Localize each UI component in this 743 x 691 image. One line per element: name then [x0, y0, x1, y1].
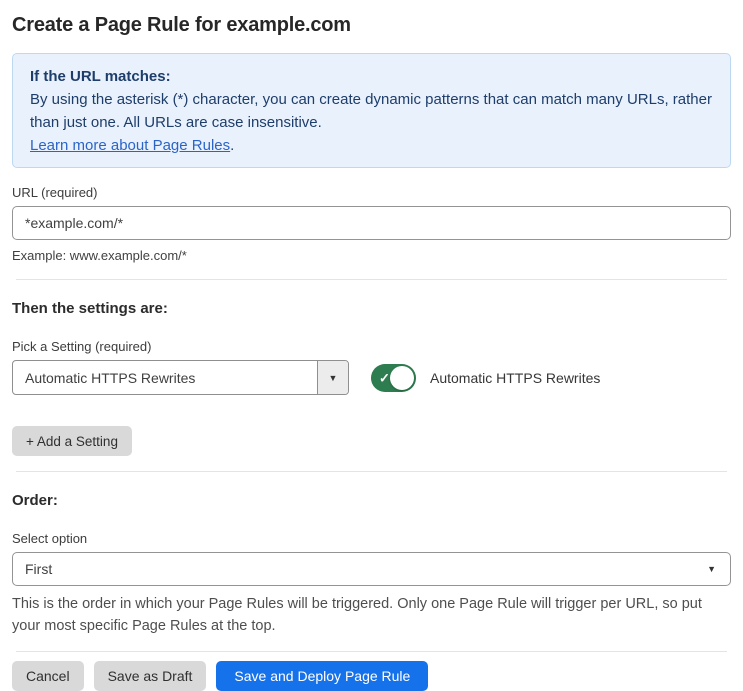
settings-section-heading: Then the settings are:: [12, 300, 168, 317]
divider: [16, 471, 727, 472]
add-setting-button[interactable]: + Add a Setting: [12, 426, 132, 456]
info-box-heading: If the URL matches:: [30, 68, 171, 85]
order-select-label: Select option: [12, 531, 88, 546]
setting-select-value: Automatic HTTPS Rewrites: [25, 369, 196, 386]
pick-setting-label: Pick a Setting (required): [12, 339, 152, 354]
order-section-heading: Order:: [12, 492, 58, 509]
url-helper-text: Example: www.example.com/*: [12, 248, 187, 263]
dropdown-arrow-icon: ▼: [707, 564, 716, 574]
order-select-value: First: [25, 561, 53, 577]
info-box-body: By using the asterisk (*) character, you…: [30, 91, 712, 131]
setting-select-dropdown[interactable]: Automatic HTTPS Rewrites ▼: [12, 360, 349, 395]
learn-more-page-rules-link[interactable]: Learn more about Page Rules: [30, 137, 230, 154]
setting-picker-row: Automatic HTTPS Rewrites ▼ ✓ Automatic H…: [12, 360, 731, 395]
create-page-rule-form: Create a Page Rule for example.com If th…: [0, 0, 743, 691]
toggle-knob: [390, 365, 414, 390]
toggle-setting-label: Automatic HTTPS Rewrites: [430, 369, 601, 386]
page-title: Create a Page Rule for example.com: [12, 14, 351, 36]
check-icon: ✓: [379, 370, 390, 385]
save-as-draft-button[interactable]: Save as Draft: [93, 661, 207, 691]
cancel-button[interactable]: Cancel: [12, 661, 84, 691]
url-input[interactable]: [12, 206, 731, 240]
https-rewrites-toggle[interactable]: ✓: [371, 363, 416, 392]
divider: [16, 651, 727, 652]
save-and-deploy-button[interactable]: Save and Deploy Page Rule: [216, 661, 429, 691]
url-match-info-box: If the URL matches: By using the asteris…: [12, 53, 731, 168]
dropdown-arrow-icon[interactable]: ▼: [317, 361, 348, 394]
order-select-dropdown[interactable]: First ▼: [12, 552, 731, 586]
info-box-link-line: Learn more about Page Rules.: [30, 134, 713, 157]
divider: [16, 279, 727, 280]
url-label: URL (required): [12, 185, 98, 200]
order-helper-text: This is the order in which your Page Rul…: [12, 596, 702, 634]
footer-actions: Cancel Save as Draft Save and Deploy Pag…: [12, 661, 731, 691]
link-period: .: [230, 137, 235, 154]
